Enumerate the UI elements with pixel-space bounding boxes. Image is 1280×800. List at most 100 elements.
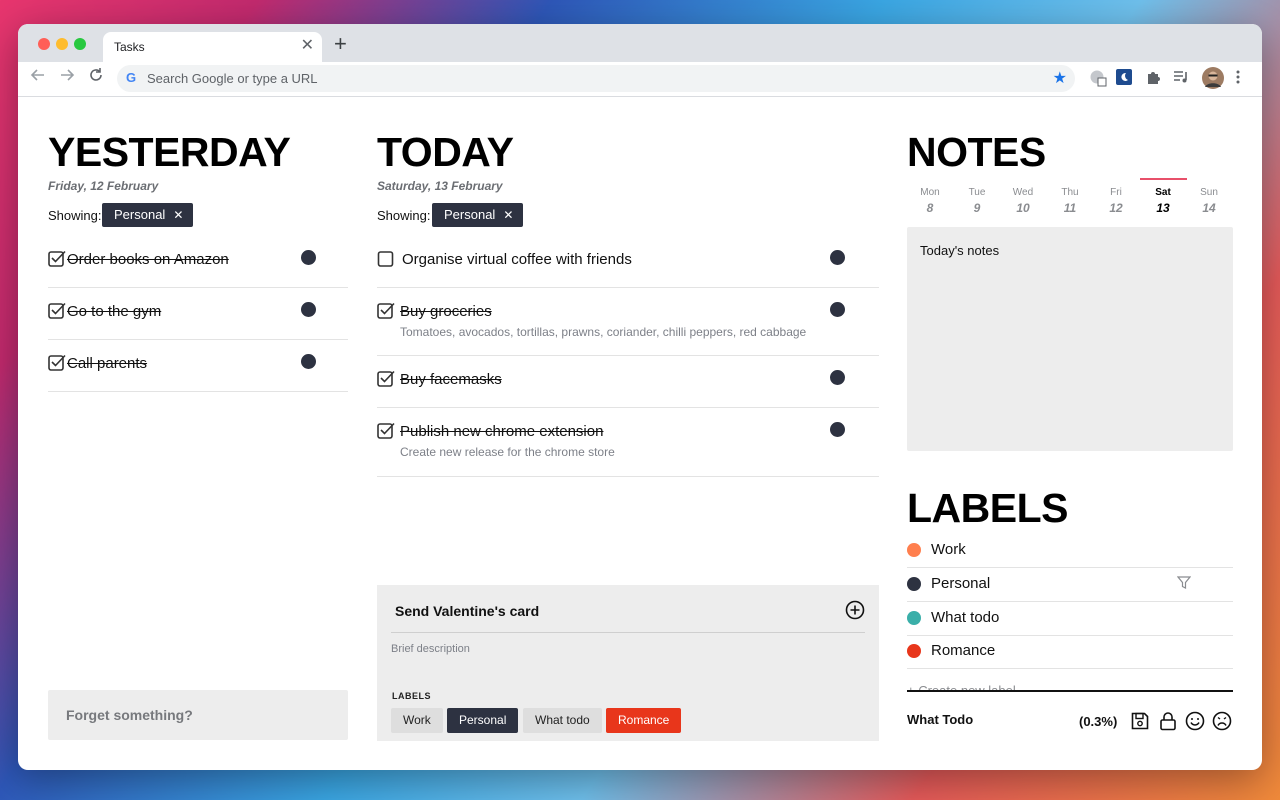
checkbox-checked-icon[interactable] — [48, 302, 66, 320]
label-row-work[interactable]: Work — [907, 534, 1233, 568]
today-task[interactable]: Buy facemasks — [377, 356, 879, 408]
minimize-window-button[interactable] — [56, 38, 68, 50]
label-color-dot — [907, 644, 921, 658]
calendar-day-name: Fri — [1110, 187, 1122, 198]
calendar-day-selected[interactable]: Sat 13 — [1141, 187, 1185, 215]
forward-arrow-icon[interactable] — [59, 67, 75, 89]
task-title: Organise virtual coffee with friends — [402, 251, 632, 268]
chip-close-icon[interactable]: ✕ — [503, 208, 513, 222]
label-name: Work — [931, 541, 966, 558]
yesterday-showing-label: Showing: — [48, 208, 102, 223]
checkbox-checked-icon[interactable] — [377, 370, 395, 388]
today-date: Saturday, 13 February — [377, 179, 503, 193]
media-queue-icon[interactable] — [1173, 69, 1191, 87]
smile-icon[interactable] — [1185, 711, 1205, 731]
extension-dark-mode-icon[interactable] — [1116, 69, 1134, 87]
close-window-button[interactable] — [38, 38, 50, 50]
label-name: Romance — [931, 642, 996, 659]
label-row-what-todo[interactable]: What todo — [907, 602, 1233, 636]
checkbox-checked-icon[interactable] — [377, 422, 395, 440]
notes-textarea[interactable]: Today's notes — [907, 227, 1233, 451]
new-task-title-input[interactable]: Send Valentine's card — [395, 603, 539, 619]
label-row-romance[interactable]: Romance — [907, 635, 1233, 669]
today-filter-chip[interactable]: Personal ✕ — [432, 203, 524, 227]
label-dot-personal — [301, 302, 316, 317]
calendar-day[interactable]: Tue 9 — [955, 187, 999, 215]
checkbox-unchecked-icon[interactable] — [377, 250, 395, 268]
task-title: Order books on Amazon — [67, 251, 229, 268]
calendar-day-number: 9 — [973, 201, 981, 215]
label-dot-personal — [830, 422, 845, 437]
label-dot-personal — [301, 250, 316, 265]
checkbox-checked-icon[interactable] — [377, 302, 395, 320]
yesterday-task[interactable]: Go to the gym — [48, 288, 348, 340]
calendar-day-number: 8 — [926, 201, 934, 215]
profile-avatar[interactable] — [1202, 67, 1224, 89]
browser-toolbar: G Search Google or type a URL ★ — [18, 62, 1262, 97]
new-task-description-input[interactable]: Brief description — [391, 643, 470, 655]
google-icon: G — [126, 70, 137, 85]
save-icon[interactable] — [1130, 711, 1150, 731]
yesterday-heading: YESTERDAY — [48, 129, 291, 175]
forget-something-input[interactable]: Forget something? — [48, 690, 348, 740]
label-button-work[interactable]: Work — [391, 708, 443, 733]
yesterday-date: Friday, 12 February — [48, 179, 159, 193]
calendar-day[interactable]: Wed 10 — [1001, 187, 1045, 215]
app-name: What Todo — [907, 712, 974, 727]
today-showing-label: Showing: — [377, 208, 431, 223]
kebab-menu-icon[interactable] — [1235, 69, 1253, 87]
today-task[interactable]: Publish new chrome extension Create new … — [377, 408, 879, 477]
frown-icon[interactable] — [1212, 711, 1232, 731]
calendar-day[interactable]: Mon 8 — [908, 187, 952, 215]
tab-close-icon[interactable]: ✕ — [301, 37, 314, 55]
filter-icon[interactable] — [1177, 576, 1191, 590]
yesterday-task[interactable]: Call parents — [48, 340, 348, 392]
today-task[interactable]: Organise virtual coffee with friends — [377, 236, 879, 288]
task-title: Call parents — [67, 355, 148, 372]
label-row-personal[interactable]: Personal — [907, 568, 1233, 602]
checkbox-checked-icon[interactable] — [48, 354, 66, 372]
reload-icon[interactable] — [88, 67, 104, 89]
labels-heading: LABELS — [907, 485, 1069, 531]
extension-globe-icon[interactable] — [1089, 69, 1107, 87]
add-circle-icon[interactable] — [845, 600, 865, 620]
label-dot-personal — [830, 370, 845, 385]
calendar-day[interactable]: Sun 14 — [1187, 187, 1231, 215]
label-dot-personal — [830, 302, 845, 317]
calendar-day-number: 10 — [1016, 201, 1030, 215]
chip-close-icon[interactable]: ✕ — [173, 208, 183, 222]
back-arrow-icon[interactable] — [30, 67, 46, 89]
footer-divider — [907, 690, 1233, 692]
label-dot-personal — [301, 354, 316, 369]
star-icon[interactable]: ★ — [1053, 68, 1067, 88]
today-task[interactable]: Buy groceries Tomatoes, avocados, tortil… — [377, 288, 879, 356]
yesterday-filter-chip[interactable]: Personal ✕ — [102, 203, 194, 227]
label-button-romance[interactable]: Romance — [606, 708, 682, 733]
filter-chip-label: Personal — [114, 207, 166, 222]
label-dot-personal — [830, 250, 845, 265]
calendar-day[interactable]: Thu 11 — [1048, 187, 1092, 215]
label-color-dot — [907, 577, 921, 591]
today-heading: TODAY — [377, 129, 514, 175]
puzzle-icon[interactable] — [1145, 69, 1163, 87]
lock-icon[interactable] — [1158, 711, 1178, 731]
checkbox-checked-icon[interactable] — [48, 250, 66, 268]
task-title: Buy groceries — [400, 303, 492, 320]
calendar-day[interactable]: Fri 12 — [1094, 187, 1138, 215]
new-tab-button[interactable]: + — [334, 32, 347, 56]
omnibox[interactable]: G Search Google or type a URL ★ — [117, 65, 1075, 92]
tab-title: Tasks — [114, 40, 145, 54]
label-name: Personal — [931, 575, 991, 592]
yesterday-task[interactable]: Order books on Amazon — [48, 236, 348, 288]
label-button-what-todo[interactable]: What todo — [523, 708, 602, 733]
tab-tasks[interactable]: Tasks ✕ — [103, 32, 322, 62]
label-button-personal[interactable]: Personal — [447, 708, 519, 733]
calendar-day-number: 14 — [1202, 201, 1216, 215]
maximize-window-button[interactable] — [74, 38, 86, 50]
task-title: Publish new chrome extension — [400, 423, 604, 440]
task-description: Create new release for the chrome store — [400, 445, 615, 459]
divider — [391, 632, 865, 633]
calendar-day-name: Wed — [1012, 187, 1034, 198]
label-name: What todo — [931, 609, 1000, 626]
task-title: Go to the gym — [67, 303, 162, 320]
